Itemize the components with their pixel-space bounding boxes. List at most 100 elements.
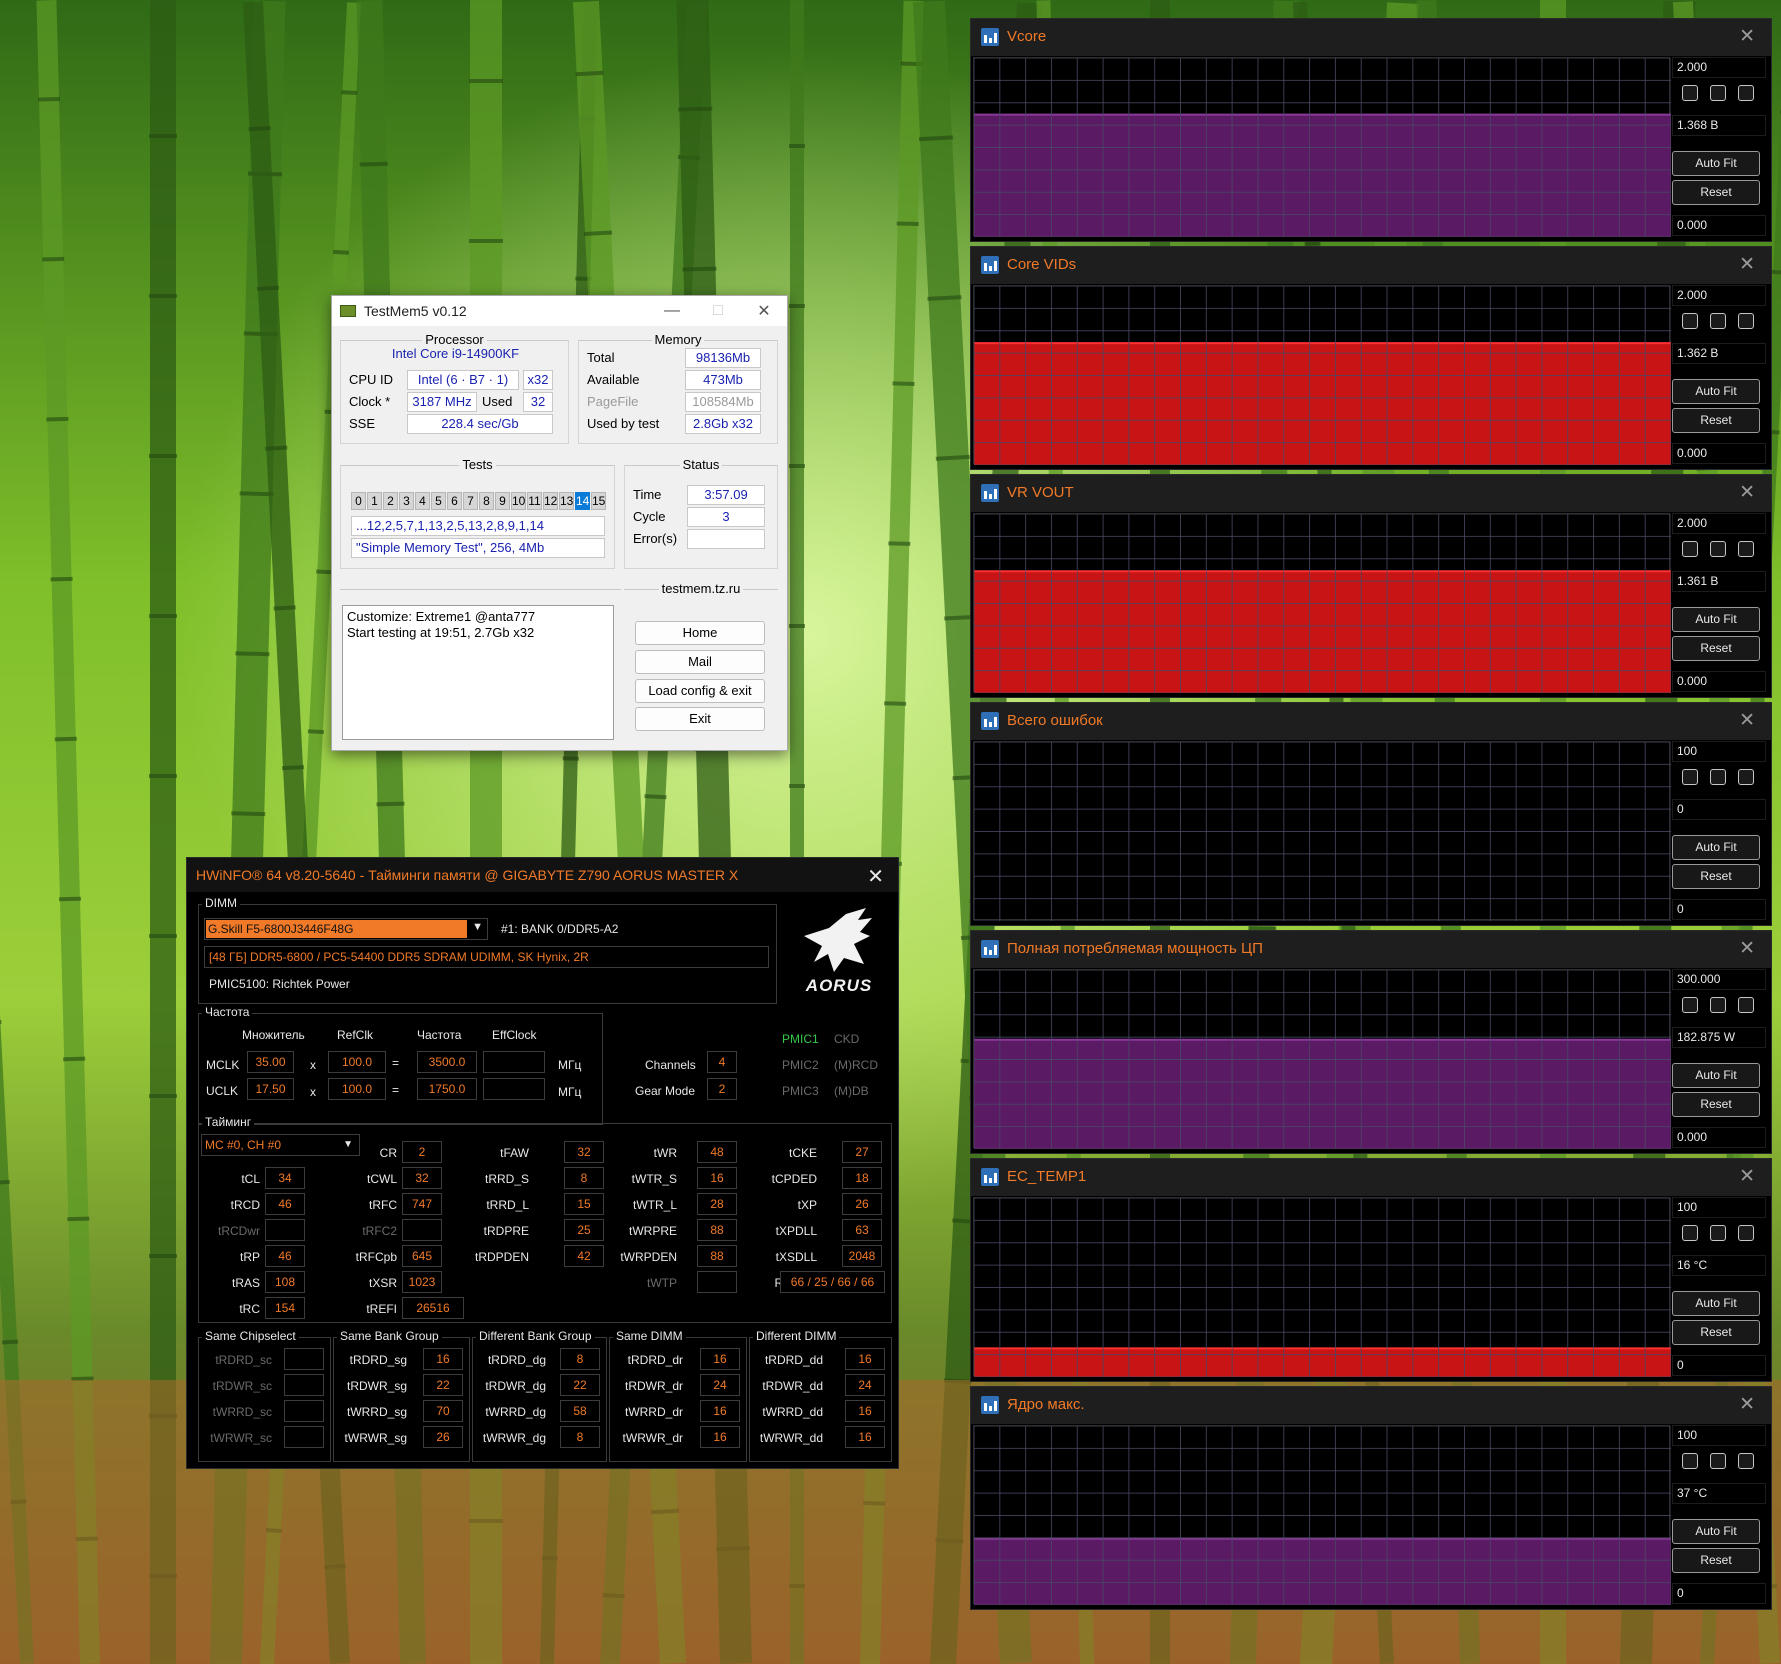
reset-button[interactable]: Reset <box>1672 864 1760 889</box>
test-5-checkbox[interactable]: 5 <box>431 492 446 510</box>
auto-fit-button[interactable]: Auto Fit <box>1672 1063 1760 1088</box>
test-15-checkbox[interactable]: 15 <box>591 492 606 510</box>
auto-fit-button[interactable]: Auto Fit <box>1672 1519 1760 1544</box>
auto-fit-button[interactable]: Auto Fit <box>1672 835 1760 860</box>
auto-fit-button[interactable]: Auto Fit <box>1672 151 1760 176</box>
graph-min-value[interactable]: 0 <box>1672 1583 1766 1604</box>
test-11-checkbox[interactable]: 11 <box>527 492 542 510</box>
refclk-header: RefClk <box>337 1028 374 1042</box>
test-2-checkbox[interactable]: 2 <box>383 492 398 510</box>
graph-max-value[interactable]: 100 <box>1672 1425 1766 1446</box>
graph-canvas <box>973 1197 1672 1378</box>
close-icon[interactable]: ✕ <box>1739 937 1755 960</box>
close-icon[interactable]: ✕ <box>1739 1165 1755 1188</box>
graph-option-checkbox-3[interactable] <box>1738 1225 1754 1241</box>
graph-option-checkbox-2[interactable] <box>1710 313 1726 329</box>
graph-max-value[interactable]: 300.000 <box>1672 969 1766 990</box>
tWRRD_dg-label: tWRRD_dg <box>485 1405 546 1419</box>
minimize-button[interactable]: — <box>649 296 695 326</box>
tRDWR_dg-label: tRDWR_dg <box>485 1379 546 1393</box>
graph-min-value[interactable]: 0 <box>1672 899 1766 920</box>
home-button[interactable]: Home <box>635 621 765 645</box>
graph-option-checkbox-1[interactable] <box>1682 541 1698 557</box>
reset-button[interactable]: Reset <box>1672 408 1760 433</box>
graph-title-bar: Ядро макс. ✕ <box>971 1387 1771 1424</box>
graph-option-checkbox-2[interactable] <box>1710 541 1726 557</box>
auto-fit-button[interactable]: Auto Fit <box>1672 379 1760 404</box>
graph-option-checkbox-2[interactable] <box>1710 769 1726 785</box>
graph-option-checkbox-2[interactable] <box>1710 997 1726 1013</box>
reset-button[interactable]: Reset <box>1672 636 1760 661</box>
graph-option-checkbox-3[interactable] <box>1738 1453 1754 1469</box>
close-icon[interactable]: ✕ <box>1739 253 1755 276</box>
close-icon[interactable]: ✕ <box>1739 25 1755 48</box>
reset-button[interactable]: Reset <box>1672 1320 1760 1345</box>
auto-fit-button[interactable]: Auto Fit <box>1672 1291 1760 1316</box>
graph-option-checkbox-2[interactable] <box>1710 1453 1726 1469</box>
graph-min-value[interactable]: 0 <box>1672 1355 1766 1376</box>
reset-button[interactable]: Reset <box>1672 180 1760 205</box>
tRDRD_dd-label: tRDRD_dd <box>764 1353 823 1367</box>
graph-max-value[interactable]: 2.000 <box>1672 285 1766 306</box>
tRFCpb-label: tRFCpb <box>355 1250 397 1264</box>
graph-min-value[interactable]: 0.000 <box>1672 1127 1766 1148</box>
graph-plot <box>973 285 1672 466</box>
graph-plot <box>973 969 1672 1150</box>
test-12-checkbox[interactable]: 12 <box>543 492 558 510</box>
load-config-exit-button[interactable]: Load config & exit <box>635 679 765 703</box>
graph-option-checkbox-1[interactable] <box>1682 1453 1698 1469</box>
gear-mode-value: 2 <box>707 1078 737 1100</box>
graph-min-value[interactable]: 0.000 <box>1672 671 1766 692</box>
mail-button[interactable]: Mail <box>635 650 765 674</box>
close-icon[interactable]: ✕ <box>1739 481 1755 504</box>
graph-current-value: 1.361 В <box>1672 571 1766 592</box>
graph-min-value[interactable]: 0.000 <box>1672 215 1766 236</box>
test-10-checkbox[interactable]: 10 <box>511 492 526 510</box>
tRAS-value: 108 <box>265 1271 305 1293</box>
graph-option-checkbox-3[interactable] <box>1738 769 1754 785</box>
test-14-checkbox[interactable]: 14 <box>575 492 590 510</box>
test-9-checkbox[interactable]: 9 <box>495 492 510 510</box>
auto-fit-button[interactable]: Auto Fit <box>1672 607 1760 632</box>
tRRD_L-label: tRRD_L <box>486 1198 529 1212</box>
exit-button[interactable]: Exit <box>635 707 765 731</box>
graph-option-checkbox-3[interactable] <box>1738 997 1754 1013</box>
graph-option-checkbox-3[interactable] <box>1738 313 1754 329</box>
test-8-checkbox[interactable]: 8 <box>479 492 494 510</box>
test-7-checkbox[interactable]: 7 <box>463 492 478 510</box>
dimm-module-select[interactable]: G.Skill F5-6800J3446F48G ▼ <box>204 918 488 940</box>
reset-button[interactable]: Reset <box>1672 1092 1760 1117</box>
test-0-checkbox[interactable]: 0 <box>351 492 366 510</box>
graph-max-value[interactable]: 2.000 <box>1672 513 1766 534</box>
test-4-checkbox[interactable]: 4 <box>415 492 430 510</box>
graph-option-checkbox-1[interactable] <box>1682 1225 1698 1241</box>
tWTP-value <box>697 1271 737 1293</box>
graph-option-checkbox-1[interactable] <box>1682 769 1698 785</box>
graph-option-checkbox-1[interactable] <box>1682 85 1698 101</box>
tXPDLL-label: tXPDLL <box>775 1224 817 1238</box>
graph-option-checkbox-3[interactable] <box>1738 85 1754 101</box>
graph-max-value[interactable]: 2.000 <box>1672 57 1766 78</box>
test-6-checkbox[interactable]: 6 <box>447 492 462 510</box>
graph-max-value[interactable]: 100 <box>1672 1197 1766 1218</box>
graph-option-checkbox-1[interactable] <box>1682 997 1698 1013</box>
close-button[interactable]: ✕ <box>741 296 787 326</box>
test-3-checkbox[interactable]: 3 <box>399 492 414 510</box>
close-button[interactable]: ✕ <box>867 864 884 889</box>
graph-option-checkbox-2[interactable] <box>1710 85 1726 101</box>
graph-option-checkbox-1[interactable] <box>1682 313 1698 329</box>
frequency-label: Частота <box>202 1006 253 1019</box>
test-1-checkbox[interactable]: 1 <box>367 492 382 510</box>
maximize-button[interactable]: □ <box>695 296 741 326</box>
log-textbox[interactable]: Customize: Extreme1 @anta777 Start testi… <box>342 605 614 740</box>
graph-current-value: 1.362 В <box>1672 343 1766 364</box>
close-icon[interactable]: ✕ <box>1739 1393 1755 1416</box>
graph-min-value[interactable]: 0.000 <box>1672 443 1766 464</box>
multiplier-header: Множитель <box>242 1028 305 1042</box>
graph-max-value[interactable]: 100 <box>1672 741 1766 762</box>
close-icon[interactable]: ✕ <box>1739 709 1755 732</box>
graph-option-checkbox-3[interactable] <box>1738 541 1754 557</box>
reset-button[interactable]: Reset <box>1672 1548 1760 1573</box>
graph-option-checkbox-2[interactable] <box>1710 1225 1726 1241</box>
test-13-checkbox[interactable]: 13 <box>559 492 574 510</box>
